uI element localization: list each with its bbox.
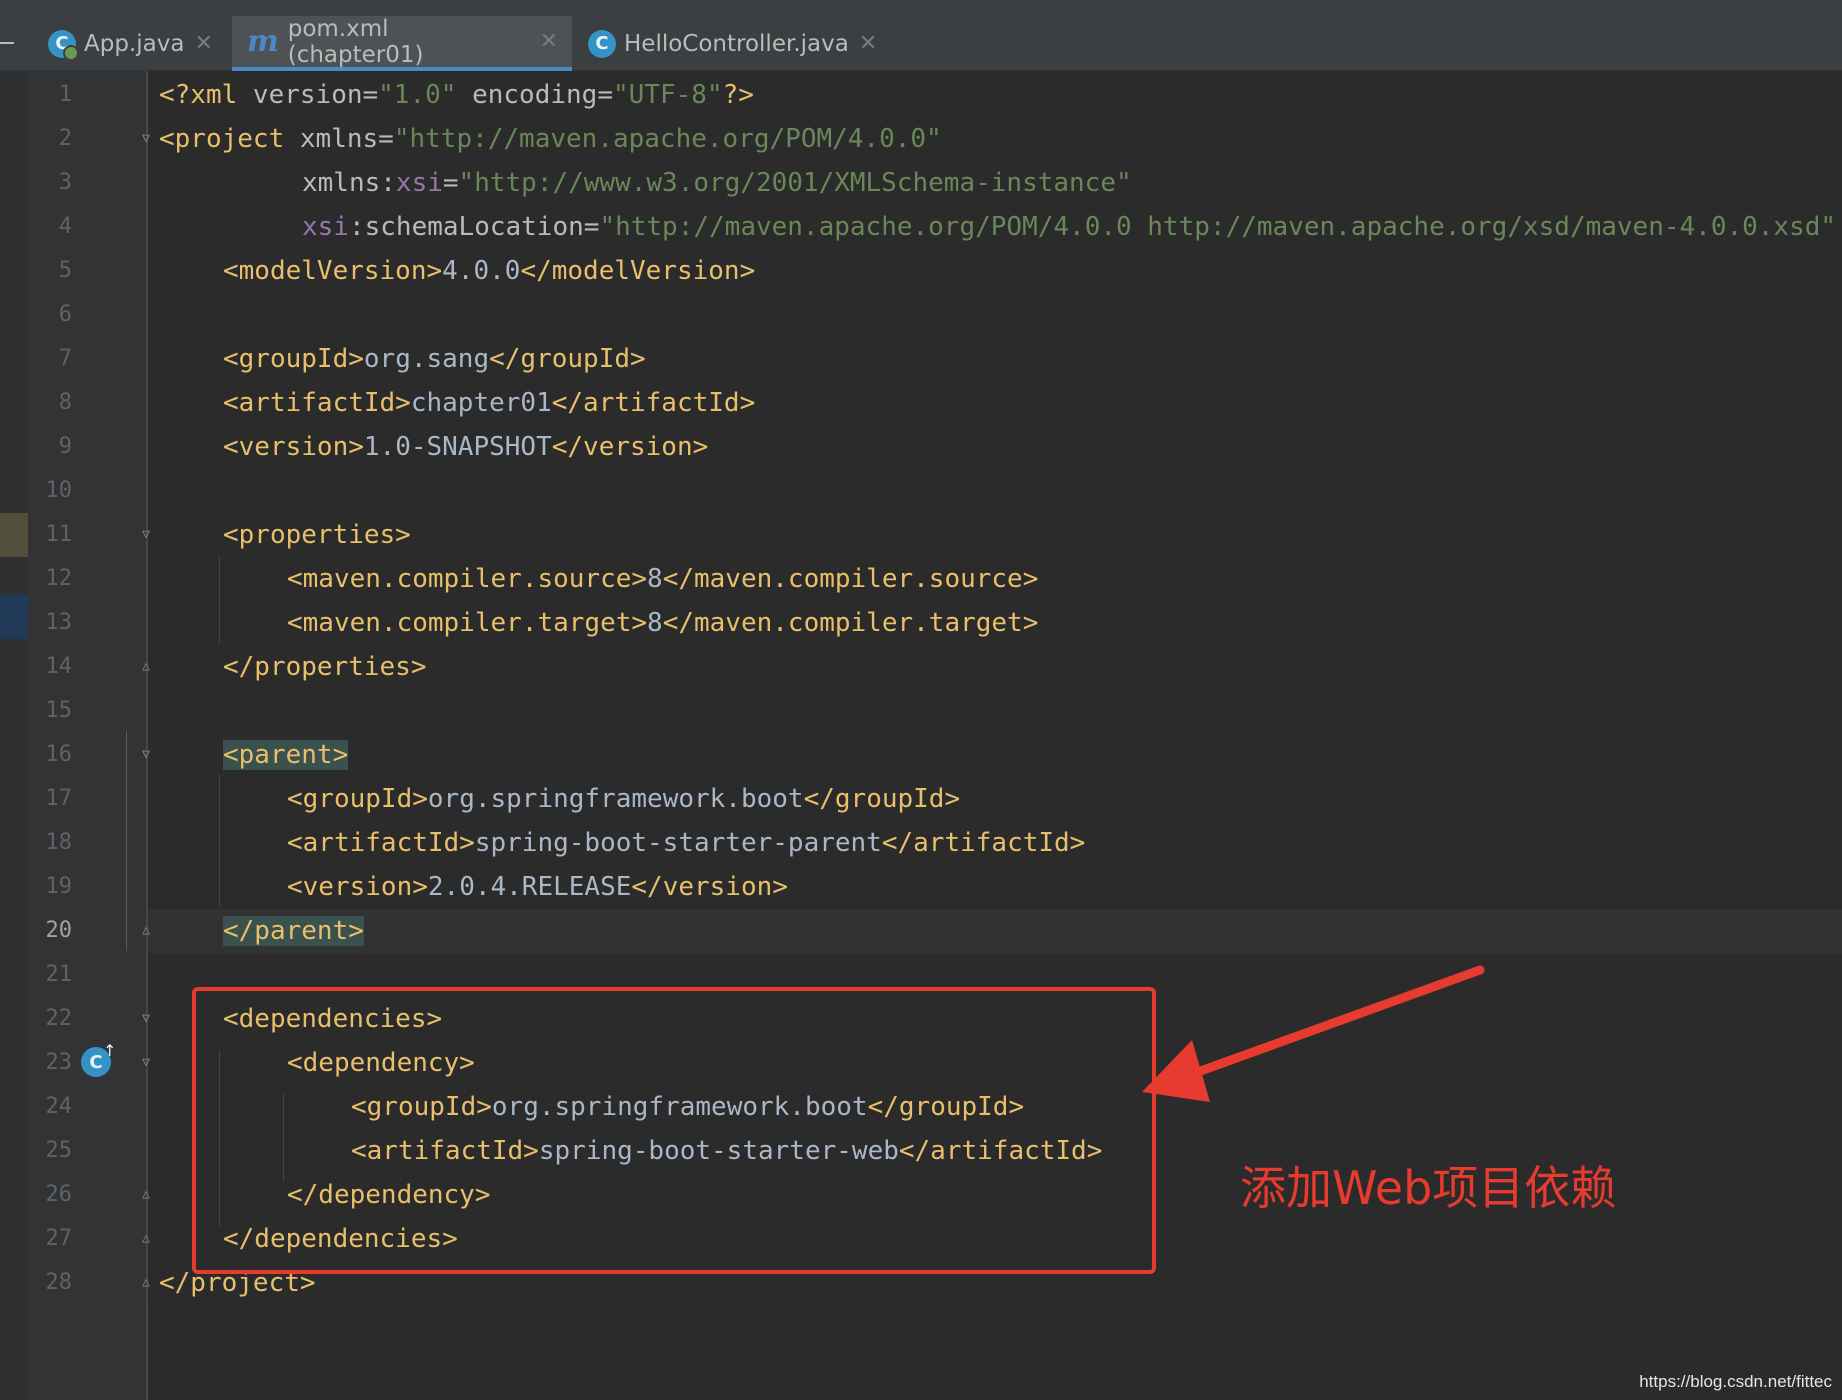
watermark: https://blog.csdn.net/fittec — [1639, 1372, 1832, 1391]
annotation-text: 添加Web项目依赖 — [1240, 1161, 1617, 1215]
